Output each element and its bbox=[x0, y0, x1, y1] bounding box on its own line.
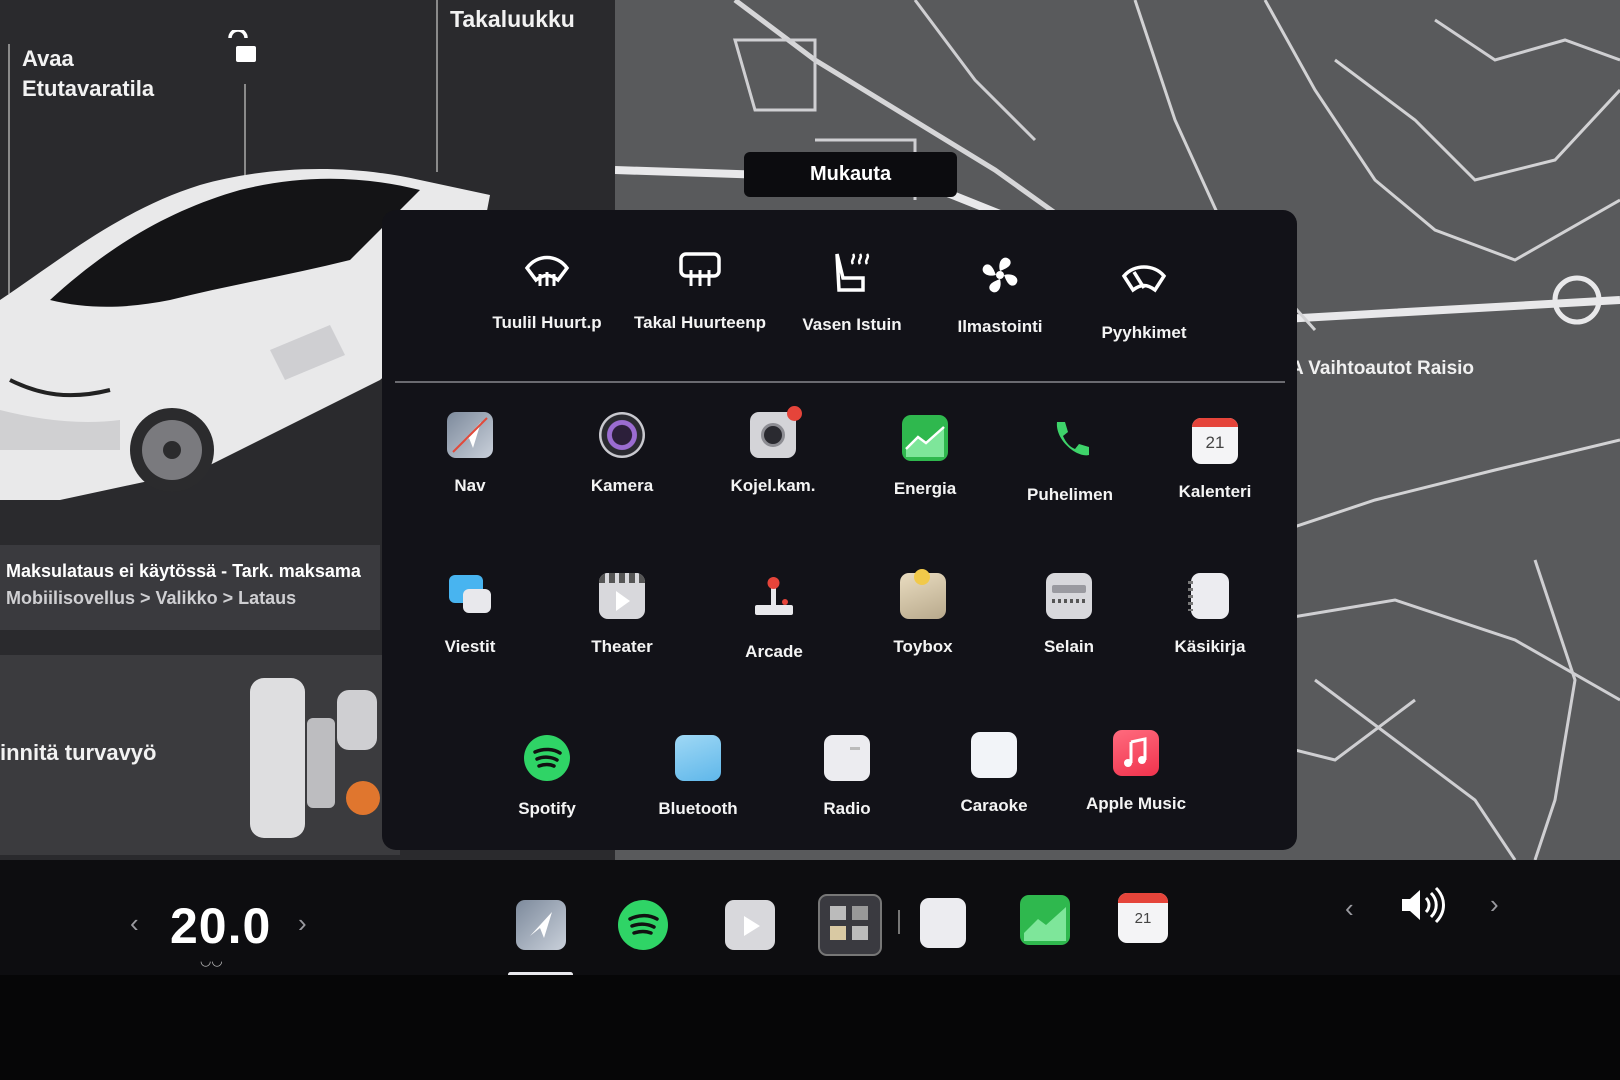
calendar-day: 21 bbox=[1205, 433, 1225, 452]
toybox-icon bbox=[900, 569, 946, 619]
app-phone[interactable]: Puhelimen bbox=[995, 416, 1145, 505]
app-label: Nav bbox=[454, 476, 486, 495]
dock-app-launcher-icon[interactable] bbox=[818, 894, 882, 956]
app-toybox[interactable]: Toybox bbox=[848, 569, 998, 657]
dock-calendar-day: 21 bbox=[1134, 910, 1152, 927]
bluetooth-icon bbox=[675, 735, 721, 781]
theater-icon bbox=[599, 573, 645, 619]
energy-icon bbox=[902, 415, 948, 461]
quick-control-label: Takal Huurteenp bbox=[634, 313, 766, 332]
quick-rear-defrost[interactable]: Takal Huurteenp bbox=[625, 248, 775, 333]
app-label: Arcade bbox=[745, 642, 803, 661]
app-label: Theater bbox=[591, 637, 653, 656]
music-icon bbox=[1113, 730, 1159, 776]
dock-separator bbox=[898, 910, 900, 934]
browser-icon bbox=[1046, 573, 1092, 619]
seatbelt-warning: innitä turvavyö bbox=[0, 740, 157, 765]
quick-climate[interactable]: Ilmastointi bbox=[925, 252, 1075, 337]
customize-button[interactable]: Mukauta bbox=[744, 152, 957, 197]
open-trunk-button[interactable]: Takaluukku bbox=[450, 6, 575, 33]
quick-front-defrost[interactable]: Tuulil Huurt.p bbox=[472, 248, 622, 333]
temp-up-chevron-icon[interactable]: › bbox=[298, 908, 307, 939]
app-browser[interactable]: Selain bbox=[994, 573, 1144, 657]
screen-bezel bbox=[0, 975, 1620, 1080]
app-label: Viestit bbox=[444, 637, 496, 656]
joystick-icon bbox=[755, 577, 793, 615]
app-label: Radio bbox=[823, 799, 871, 818]
app-label: Käsikirja bbox=[1174, 637, 1246, 656]
app-label: Toybox bbox=[893, 637, 953, 656]
caraoke-icon bbox=[971, 732, 1017, 778]
quick-control-label: Ilmastointi bbox=[957, 317, 1043, 336]
quick-control-label: Pyyhkimet bbox=[1101, 323, 1187, 342]
app-dashcam[interactable]: Kojel.kam. bbox=[698, 406, 848, 496]
app-label: Bluetooth bbox=[658, 799, 738, 818]
app-label: Selain bbox=[1043, 637, 1095, 656]
charging-hint: Mobiilisovellus > Valikko > Lataus bbox=[6, 588, 297, 608]
dock-energy-icon[interactable] bbox=[1020, 895, 1070, 945]
volume-icon[interactable] bbox=[1398, 885, 1453, 925]
dock-spotify-icon[interactable] bbox=[618, 900, 668, 950]
app-label: Apple Music bbox=[1085, 794, 1187, 813]
app-bluetooth[interactable]: Bluetooth bbox=[623, 735, 773, 819]
app-energy[interactable]: Energia bbox=[850, 415, 1000, 499]
launcher-divider bbox=[395, 381, 1285, 383]
rear-defrost-icon bbox=[679, 252, 721, 286]
nav-icon bbox=[447, 412, 493, 458]
app-messages[interactable]: Viestit bbox=[395, 573, 545, 657]
app-label: Caraoke bbox=[960, 796, 1028, 815]
volume-up-chevron-icon[interactable]: › bbox=[1490, 889, 1499, 920]
quick-control-label: Vasen Istuin bbox=[802, 315, 902, 334]
spotify-icon bbox=[524, 735, 570, 781]
seat-heater-icon bbox=[835, 253, 870, 292]
app-label: Puhelimen bbox=[1027, 485, 1113, 504]
temp-down-chevron-icon[interactable]: ‹ bbox=[130, 908, 139, 939]
fan-icon bbox=[982, 257, 1018, 293]
quick-left-seat[interactable]: Vasen Istuin bbox=[777, 250, 927, 335]
app-calendar[interactable]: 21 Kalenteri bbox=[1140, 418, 1290, 502]
dashcam-icon bbox=[750, 406, 802, 458]
touchscreen: Avaa Etutavaratila Takaluukku Maksulatau… bbox=[0, 0, 1620, 975]
wiper-icon bbox=[1121, 265, 1167, 293]
dock-theater-icon[interactable] bbox=[725, 900, 775, 950]
seat-icon bbox=[250, 678, 380, 838]
app-label: Kalenteri bbox=[1178, 482, 1252, 501]
seat-heat-indicator-icon: ◡◡ bbox=[200, 953, 223, 968]
app-label: Energia bbox=[893, 479, 957, 498]
app-label: Spotify bbox=[518, 799, 576, 818]
app-spotify[interactable]: Spotify bbox=[472, 735, 622, 819]
app-radio[interactable]: Radio bbox=[772, 735, 922, 819]
app-caraoke[interactable]: Caraoke bbox=[919, 732, 1069, 816]
quick-control-label: Tuulil Huurt.p bbox=[492, 313, 602, 332]
radio-icon bbox=[824, 735, 870, 781]
app-camera[interactable]: Kamera bbox=[547, 412, 697, 496]
dock-manual-icon[interactable] bbox=[920, 898, 966, 948]
app-label: Kamera bbox=[590, 476, 654, 495]
charging-notice: Maksulataus ei käytössä - Tark. maksama … bbox=[0, 545, 380, 630]
app-theater[interactable]: Theater bbox=[547, 573, 697, 657]
dock-nav-icon[interactable] bbox=[516, 900, 566, 950]
app-label: Kojel.kam. bbox=[730, 476, 816, 495]
messages-icon bbox=[447, 573, 493, 619]
open-frunk-button[interactable]: Avaa Etutavaratila bbox=[22, 44, 154, 104]
temperature-display[interactable]: 20.0 bbox=[170, 897, 271, 955]
manual-icon bbox=[1188, 573, 1229, 619]
charging-warning: Maksulataus ei käytössä - Tark. maksama bbox=[6, 561, 361, 581]
quick-wipers[interactable]: Pyyhkimet bbox=[1069, 258, 1219, 343]
dock-calendar-icon[interactable]: 21 bbox=[1118, 893, 1168, 943]
map-place-label: A Vaihtoautot Raisio bbox=[1290, 358, 1475, 379]
app-apple-music[interactable]: Apple Music bbox=[1061, 730, 1211, 814]
calendar-icon: 21 bbox=[1192, 418, 1238, 464]
phone-icon bbox=[1056, 422, 1089, 456]
volume-down-chevron-icon[interactable]: ‹ bbox=[1345, 893, 1354, 924]
app-nav[interactable]: Nav bbox=[395, 412, 545, 496]
unlock-icon[interactable] bbox=[222, 30, 262, 70]
camera-icon bbox=[599, 412, 645, 458]
app-arcade[interactable]: Arcade bbox=[699, 573, 849, 662]
app-manual[interactable]: Käsikirja bbox=[1135, 573, 1285, 657]
front-defrost-icon bbox=[524, 255, 570, 286]
